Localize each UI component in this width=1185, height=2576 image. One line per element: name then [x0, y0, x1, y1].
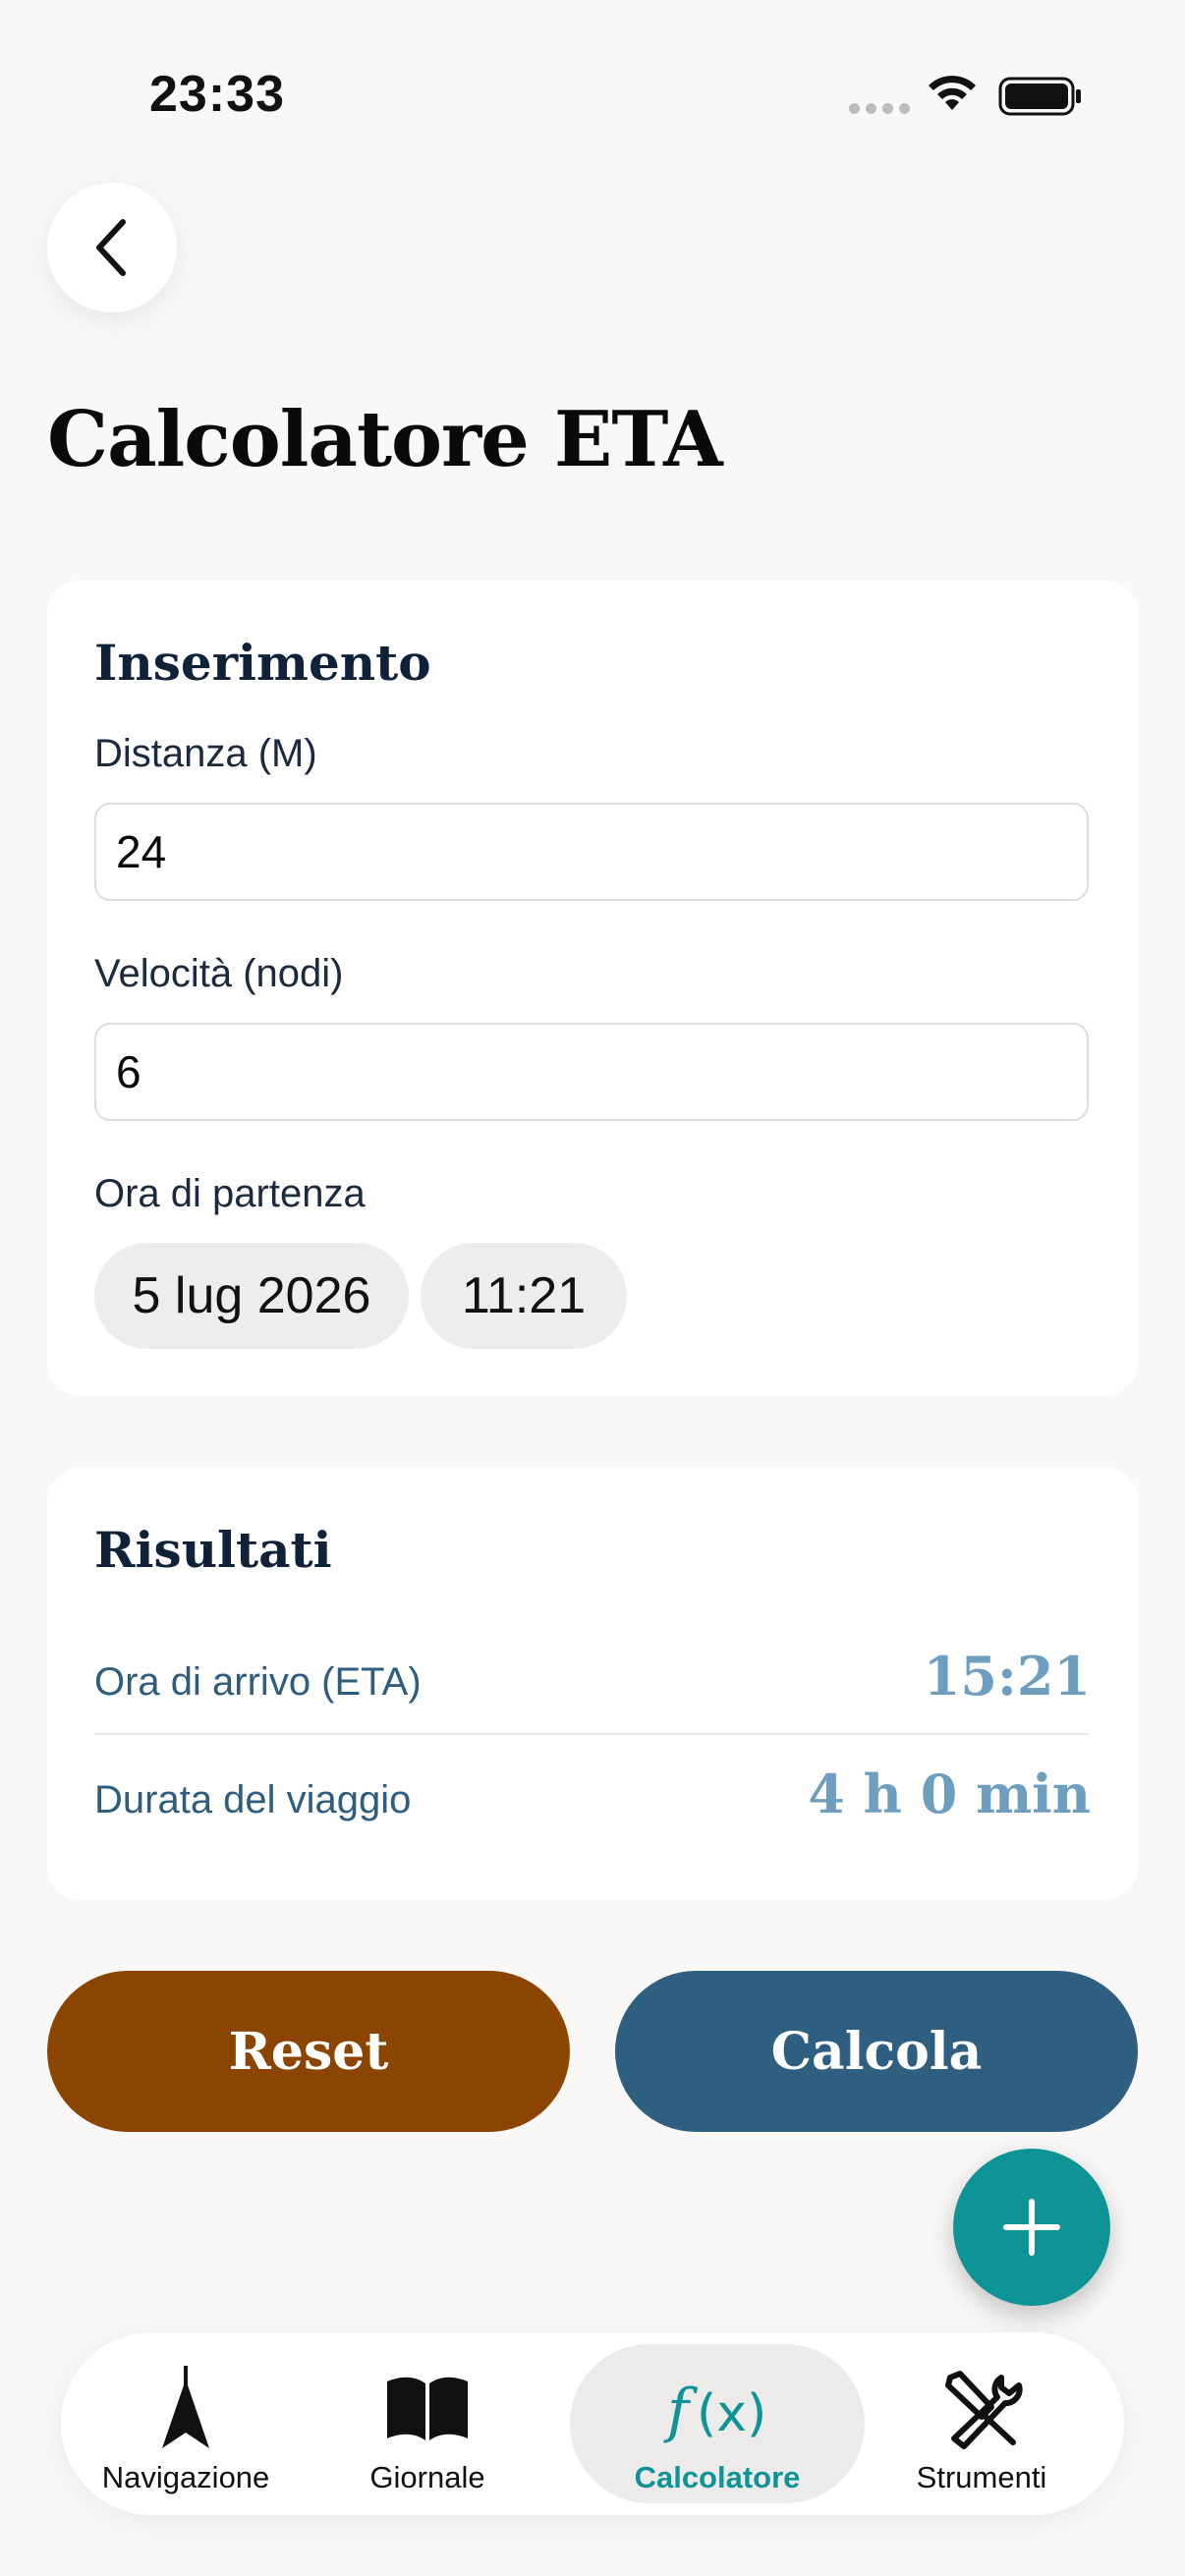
tab-label: Navigazione: [101, 2460, 270, 2494]
tab-navigazione[interactable]: Navigazione: [63, 2344, 309, 2503]
tab-label: Strumenti: [916, 2460, 1047, 2494]
tab-calcolatore[interactable]: f (x) Calcolatore: [570, 2344, 865, 2503]
reset-button[interactable]: Reset: [47, 1971, 570, 2132]
chevron-left-icon: [96, 219, 126, 276]
svg-text:f: f: [663, 2377, 699, 2445]
function-icon: f (x): [663, 2377, 766, 2445]
add-button[interactable]: [953, 2149, 1110, 2306]
results-section-title: Risultati: [94, 1521, 332, 1579]
battery-icon: [998, 77, 1081, 116]
departure-date-picker[interactable]: 5 lug 2026: [94, 1243, 409, 1349]
speed-label: Velocità (nodi): [94, 952, 344, 995]
page-title: Calcolatore ETA: [47, 395, 723, 484]
bottom-tab-bar: Navigazione Giornale f (x) Calcolatore S…: [61, 2332, 1124, 2515]
departure-label: Ora di partenza: [94, 1172, 366, 1215]
tab-label: Calcolatore: [634, 2460, 801, 2494]
calculate-button[interactable]: Calcola: [615, 1971, 1138, 2132]
wifi-icon: [929, 76, 976, 110]
back-button[interactable]: [47, 183, 177, 312]
speed-input[interactable]: 6: [94, 1023, 1089, 1121]
input-card: Inserimento Distanza (M) 24 Velocità (no…: [47, 581, 1138, 1396]
plus-icon: [1003, 2199, 1060, 2256]
tab-strumenti[interactable]: Strumenti: [859, 2344, 1104, 2503]
signal-dots-icon: [849, 103, 910, 114]
departure-time-picker[interactable]: 11:21: [421, 1243, 627, 1349]
duration-label: Durata del viaggio: [94, 1778, 412, 1821]
status-time: 23:33: [149, 66, 285, 123]
eta-value: 15:21: [923, 1645, 1091, 1708]
svg-text:(x): (x): [697, 2384, 766, 2443]
results-divider: [94, 1733, 1089, 1735]
tab-label: Giornale: [369, 2460, 485, 2494]
distance-input[interactable]: 24: [94, 803, 1089, 901]
tab-giornale[interactable]: Giornale: [305, 2344, 550, 2503]
input-section-title: Inserimento: [94, 634, 431, 692]
distance-label: Distanza (M): [94, 732, 317, 775]
compass-needle-icon: [162, 2366, 209, 2448]
duration-value: 4 h 0 min: [808, 1763, 1091, 1825]
tools-icon: [945, 2371, 1023, 2449]
book-icon: [387, 2377, 468, 2440]
results-card: Risultati Ora di arrivo (ETA) 15:21 Dura…: [47, 1468, 1138, 1900]
eta-label: Ora di arrivo (ETA): [94, 1660, 422, 1704]
